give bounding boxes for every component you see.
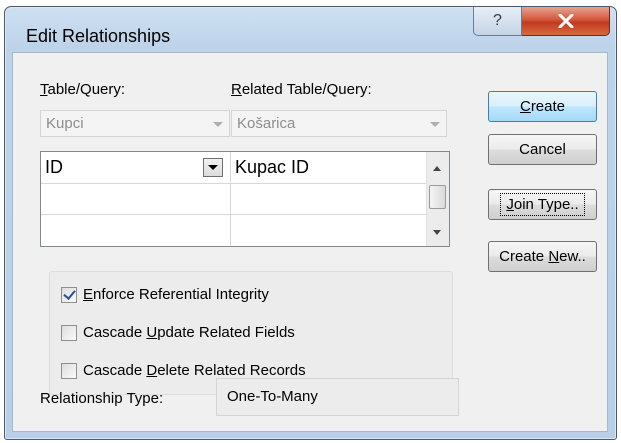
field-cell-right[interactable] <box>231 215 429 246</box>
field-grid: ID Kupac ID <box>40 151 450 247</box>
scroll-up-icon[interactable] <box>433 166 441 171</box>
cascade-delete-checkbox[interactable]: Cascade Delete Related Records <box>61 362 306 379</box>
close-button[interactable] <box>522 7 610 36</box>
dialog-title: Edit Relationships <box>26 26 171 46</box>
field-cell-right[interactable] <box>231 184 429 215</box>
cascade-update-checkbox[interactable]: Cascade Update Related Fields <box>61 324 295 341</box>
checkbox-icon[interactable] <box>61 324 77 341</box>
field-cell-left[interactable] <box>41 184 231 215</box>
edit-relationships-dialog: Edit Relationships ? Table/Query: Relate… <box>4 6 617 440</box>
field-cell-left[interactable]: ID <box>41 152 231 184</box>
related-table-query-combo[interactable]: Košarica <box>231 110 447 137</box>
enforce-referential-integrity-checkbox[interactable]: Enforce Referential Integrity <box>61 286 269 303</box>
grid-scrollbar[interactable] <box>426 152 449 246</box>
dialog-client-area: Table/Query: Related Table/Query: Kupci … <box>12 52 608 432</box>
related-table-query-label: Related Table/Query: <box>231 81 372 98</box>
table-query-value: Kupci <box>46 115 84 132</box>
relationship-type-label: Relationship Type: <box>40 390 164 407</box>
help-icon: ? <box>493 12 502 29</box>
related-table-query-value: Košarica <box>237 115 296 132</box>
cascade-update-label: Cascade Update Related Fields <box>83 324 295 341</box>
scroll-down-icon[interactable] <box>433 230 441 235</box>
integrity-options-group: Enforce Referential Integrity Cascade Up… <box>49 271 453 395</box>
cascade-delete-label: Cascade Delete Related Records <box>83 362 306 379</box>
table-query-label: Table/Query: <box>40 81 126 98</box>
field-cell-left[interactable] <box>41 215 231 246</box>
table-query-combo[interactable]: Kupci <box>40 110 230 137</box>
join-type-button[interactable]: Join Type.. <box>488 189 597 220</box>
chevron-down-icon <box>430 122 440 127</box>
checkbox-checked-icon[interactable] <box>61 286 77 303</box>
field-dropdown-button[interactable] <box>203 158 223 177</box>
cancel-button[interactable]: Cancel <box>488 134 597 165</box>
help-button[interactable]: ? <box>473 7 522 36</box>
enforce-referential-integrity-label: Enforce Referential Integrity <box>83 286 269 303</box>
chevron-down-icon <box>213 122 223 127</box>
close-icon <box>558 14 573 28</box>
scroll-thumb[interactable] <box>429 185 446 209</box>
caption-buttons: ? <box>473 7 610 37</box>
relationship-type-value: One-To-Many <box>216 378 459 416</box>
checkbox-icon[interactable] <box>61 362 77 379</box>
create-button[interactable]: Create <box>488 91 597 122</box>
create-new-button[interactable]: Create New.. <box>488 241 597 272</box>
field-cell-right[interactable]: Kupac ID <box>231 152 429 184</box>
